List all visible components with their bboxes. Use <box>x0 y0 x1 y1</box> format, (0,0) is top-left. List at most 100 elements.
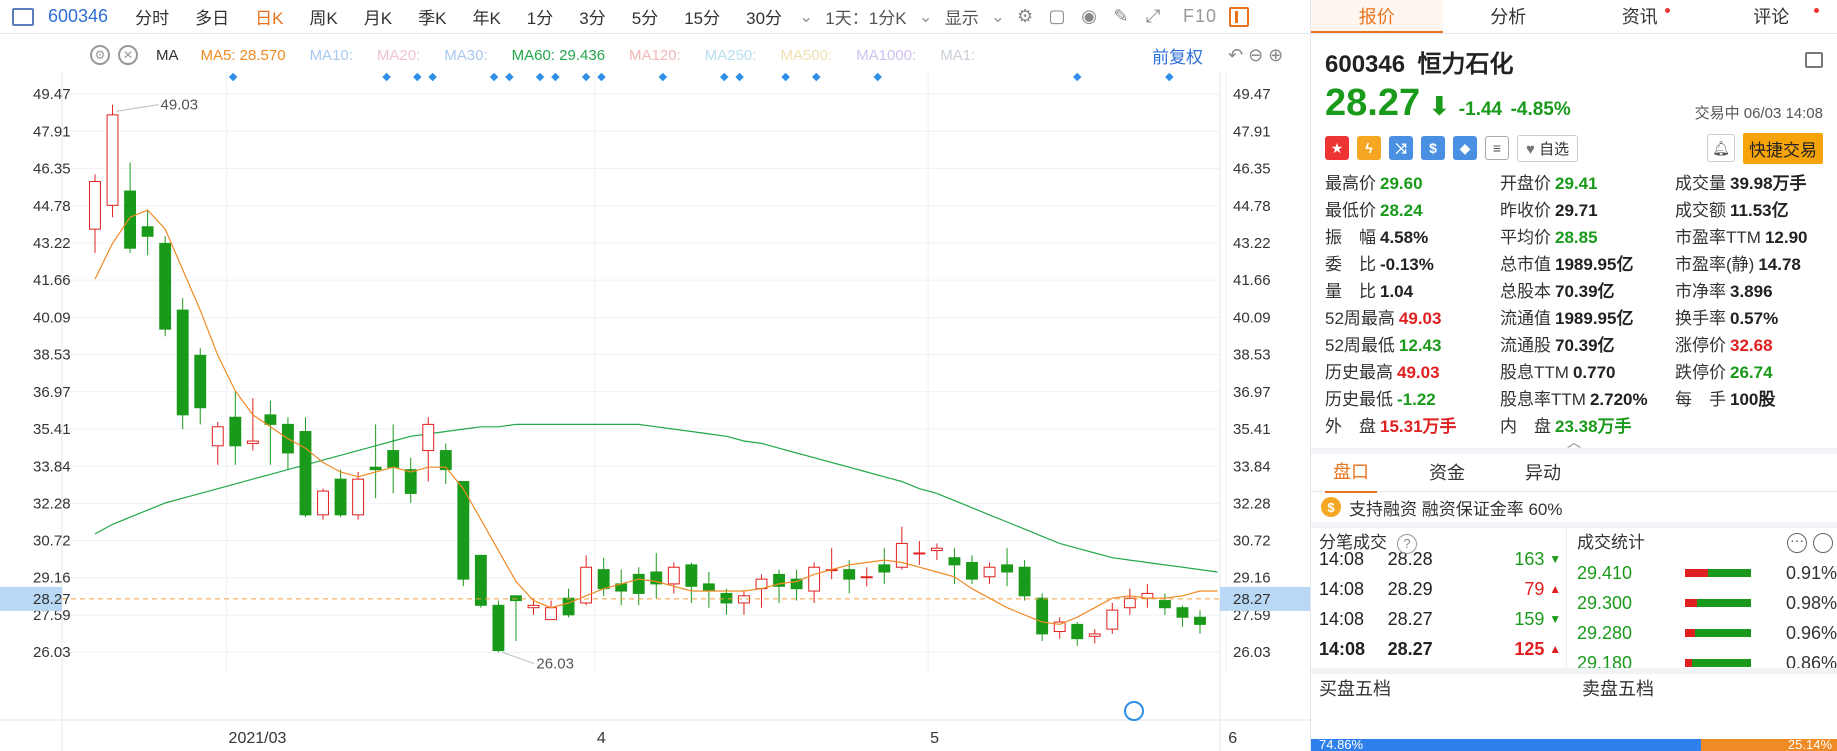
note-icon[interactable]: ≡ <box>1485 136 1509 160</box>
candle-body[interactable] <box>352 478 365 516</box>
candle-body[interactable] <box>1106 609 1119 630</box>
candle-body[interactable] <box>1071 623 1084 640</box>
tab-quote[interactable]: 报价 <box>1311 0 1443 33</box>
candle-body[interactable] <box>106 114 119 206</box>
dollar-icon[interactable]: $ <box>1421 136 1445 160</box>
ma-indicator-label[interactable]: MA <box>156 47 179 64</box>
candle-body[interactable] <box>720 592 733 604</box>
candle-body[interactable] <box>1036 597 1049 635</box>
event-marker[interactable] <box>735 72 744 82</box>
candle-body[interactable] <box>632 573 645 594</box>
event-marker[interactable] <box>535 72 545 82</box>
fullscreen-icon[interactable]: ⤢ <box>1143 6 1163 27</box>
event-marker[interactable] <box>228 72 238 82</box>
event-marker[interactable] <box>1165 72 1174 82</box>
camera-icon[interactable]: ◉ <box>1079 6 1099 27</box>
period-tab[interactable]: 季K <box>405 4 459 29</box>
ma-legend-item[interactable]: MA30: <box>444 47 487 64</box>
period-tab[interactable]: 15分 <box>671 4 733 29</box>
candle-body[interactable] <box>317 490 329 516</box>
panel-toggle-icon[interactable] <box>1229 6 1250 27</box>
candle-body[interactable] <box>878 564 891 573</box>
candle-body[interactable] <box>422 423 435 452</box>
candle-body[interactable] <box>1123 597 1136 609</box>
period-tab[interactable]: 5分 <box>619 4 671 29</box>
event-marker[interactable] <box>1072 72 1082 82</box>
event-marker[interactable] <box>489 72 499 82</box>
period-tab[interactable]: 30分 <box>733 4 795 29</box>
adjust-mode-button[interactable]: 前复权 <box>1152 43 1203 68</box>
kline-chart[interactable]: 49.47 49.47 47.91 47.91 46.35 46.35 44.78 44.78… <box>0 72 1310 751</box>
ma-legend-item[interactable]: MA250: <box>705 47 757 64</box>
candle-body[interactable] <box>1018 566 1031 597</box>
candle-body[interactable] <box>141 226 154 237</box>
event-marker[interactable] <box>413 72 422 82</box>
event-marker[interactable] <box>551 72 560 82</box>
ma-legend-item[interactable]: MA20: <box>377 47 420 64</box>
event-marker[interactable] <box>581 72 591 82</box>
tag-icon[interactable]: ◆ <box>1453 136 1477 160</box>
settings-gear-icon[interactable]: ⚙ <box>1015 6 1035 27</box>
candle-body[interactable] <box>808 566 821 592</box>
event-marker[interactable] <box>428 72 437 82</box>
candle-body[interactable] <box>667 566 680 585</box>
event-marker[interactable] <box>505 72 514 82</box>
tab-news[interactable]: 资讯 <box>1574 0 1706 33</box>
event-marker[interactable] <box>719 72 729 82</box>
china-flag-icon[interactable]: ★ <box>1325 136 1349 160</box>
help-icon[interactable]: ? <box>1397 533 1417 554</box>
ma-legend-item[interactable]: MA60: 29.436 <box>512 47 605 64</box>
ma-legend-item[interactable]: MA500: <box>780 47 832 64</box>
event-marker[interactable] <box>812 72 821 82</box>
f10-button[interactable]: F10 <box>1183 6 1217 27</box>
lightning-icon[interactable]: ϟ <box>1357 136 1381 160</box>
candle-body[interactable] <box>685 564 698 587</box>
candle-body[interactable] <box>474 554 487 606</box>
ma-legend-item[interactable]: MA1: <box>940 47 975 64</box>
menu-icon[interactable] <box>1805 52 1823 68</box>
event-marker[interactable] <box>382 72 391 82</box>
period-tab[interactable]: 日K <box>242 4 296 29</box>
period-tab[interactable]: 月K <box>351 4 405 29</box>
tab-comments[interactable]: 评论 <box>1706 0 1837 33</box>
quick-trade-button[interactable]: 快捷交易 <box>1743 132 1823 164</box>
candle-body[interactable] <box>913 552 926 555</box>
period-tab[interactable]: 多日 <box>182 4 242 29</box>
period-tab[interactable]: 3分 <box>566 4 618 29</box>
candle-body[interactable] <box>229 416 242 447</box>
multi-day-combo[interactable]: 1天：1分K <box>817 4 914 29</box>
candle-body[interactable] <box>89 181 101 230</box>
chevron-down-icon[interactable]: ⌄ <box>915 7 937 27</box>
tick-list[interactable]: 分笔成交? 14:08 28.28 163 ▼ 14:08 28.29 79 ▲ 14:08 28… <box>1311 528 1566 668</box>
chevron-down-icon[interactable]: ⌄ <box>987 7 1009 27</box>
ma-legend-item[interactable]: MA10: <box>310 47 353 64</box>
settings-gear-icon[interactable]: ⚙ <box>90 45 110 65</box>
candle-body[interactable] <box>1176 607 1189 618</box>
candle-body[interactable] <box>404 469 417 494</box>
candle-body[interactable] <box>948 557 961 566</box>
event-marker[interactable] <box>781 72 790 82</box>
candle-body[interactable] <box>1088 633 1101 637</box>
candle-body[interactable] <box>1158 600 1171 609</box>
collapse-chevron-icon[interactable]: ︿ <box>1311 435 1837 449</box>
candle-body[interactable] <box>264 414 277 425</box>
candle-body[interactable] <box>702 583 715 592</box>
candle-body[interactable] <box>211 426 224 447</box>
ma-legend-item[interactable]: MA1000: <box>856 47 916 64</box>
candle-body[interactable] <box>860 576 873 579</box>
candle-body[interactable] <box>966 561 978 580</box>
subtab-anomaly[interactable]: 异动 <box>1517 454 1569 492</box>
ma-legend-item[interactable]: MA5: 28.570 <box>201 47 286 64</box>
subtab-funds[interactable]: 资金 <box>1421 454 1473 492</box>
tab-analysis[interactable]: 分析 <box>1443 0 1575 33</box>
candle-body[interactable] <box>843 569 856 580</box>
add-watchlist-button[interactable]: ♥ 自选 <box>1517 134 1579 162</box>
event-marker[interactable] <box>658 72 668 82</box>
candle-body[interactable] <box>1194 616 1206 625</box>
ma-legend-item[interactable]: MA120: <box>629 47 681 64</box>
more-icon[interactable]: ··· <box>1787 533 1807 553</box>
frame-icon[interactable]: ▢ <box>1047 6 1067 27</box>
candle-body[interactable] <box>492 604 505 652</box>
candle-body[interactable] <box>562 597 575 616</box>
locate-icon[interactable] <box>1124 701 1144 721</box>
